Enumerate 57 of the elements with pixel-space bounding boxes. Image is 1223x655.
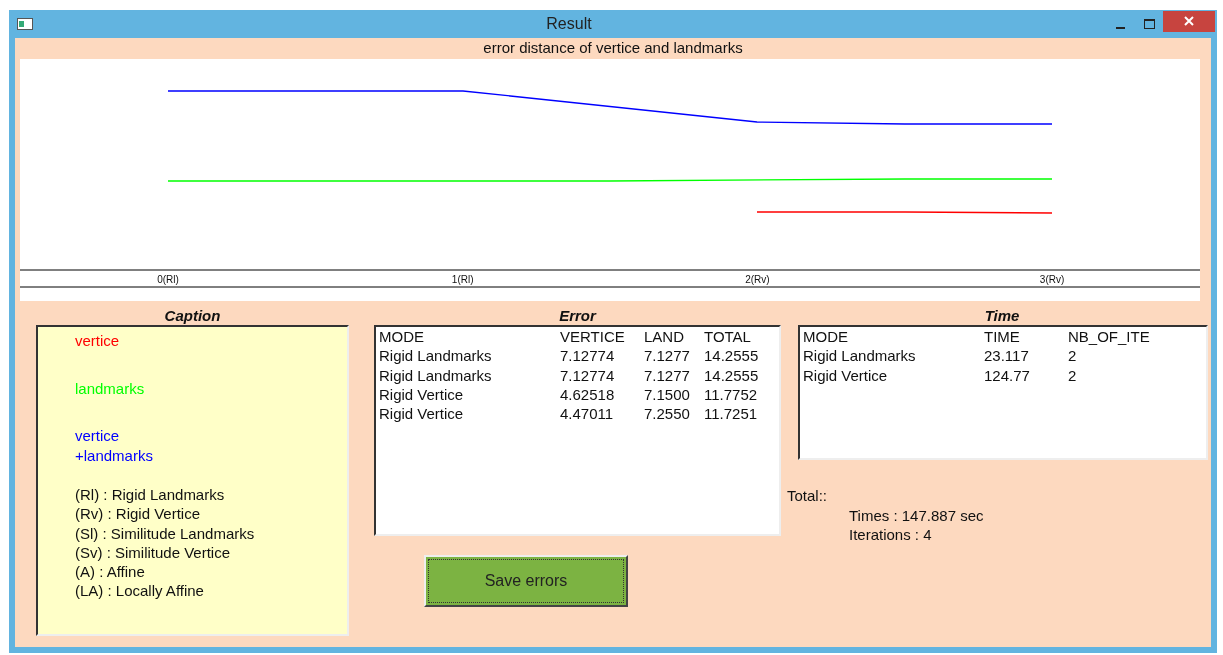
chart-title: error distance of vertice and landmarks xyxy=(483,39,743,56)
section-header: Caption xyxy=(164,307,221,324)
table-cell: 4.62518 xyxy=(560,384,644,405)
table-cell: 124.77 xyxy=(984,365,1068,385)
table-cell: 7.12774 xyxy=(560,346,644,366)
maximize-icon xyxy=(1143,19,1155,29)
minimize-icon xyxy=(1115,27,1125,29)
table-cell-text: 14.2555 xyxy=(704,346,760,366)
column-header: VERTICE xyxy=(560,327,626,347)
axis-label: 3(Rv) xyxy=(1039,274,1065,285)
table-cell: Rigid Vertice xyxy=(379,404,560,424)
table-cell-text: 7.2550 xyxy=(644,404,691,424)
table-cell-text: 11.7752 xyxy=(704,384,759,405)
legend-entry: (Rv) : Rigid Vertice xyxy=(75,505,201,523)
legend-entry: (LA) : Locally Affine xyxy=(75,582,204,600)
table-cell-text: 7.1277 xyxy=(644,365,691,385)
legend-entry: (Sl) : Similitude Landmarks xyxy=(75,524,255,542)
column-header: MODE xyxy=(379,327,560,347)
table-cell-text: 7.1500 xyxy=(644,384,691,405)
app-icon xyxy=(17,18,33,30)
legend-entry: (Rl) : Rigid Landmarks xyxy=(75,486,225,503)
save-button[interactable]: Save errors xyxy=(424,555,628,607)
column-header: TOTAL xyxy=(704,327,752,347)
axis-label: 1(Rl) xyxy=(451,274,474,285)
column-header: TIME xyxy=(984,327,1021,347)
legend-series-label: +landmarks xyxy=(75,446,153,464)
close-button[interactable] xyxy=(1163,10,1215,32)
table-cell: Rigid Landmarks xyxy=(379,346,560,366)
section-header: Time xyxy=(984,307,1020,324)
section-header: Error xyxy=(559,307,596,324)
total-value: Times : 147.887 sec xyxy=(849,506,984,524)
legend-entry: (Sv) : Similitude Vertice xyxy=(75,543,231,561)
table-cell: Rigid Landmarks xyxy=(803,346,984,366)
table-cell-text: 2 xyxy=(1068,365,1078,385)
table-cell: Rigid Vertice xyxy=(379,384,560,405)
column-header: NB_OF_ITE xyxy=(1068,327,1151,347)
axis-label: 0(Rl) xyxy=(157,274,179,285)
column-header: MODE xyxy=(803,327,984,347)
legend-entry: (A) : Affine xyxy=(75,563,145,581)
table-cell: 7.12774 xyxy=(560,365,644,385)
table-cell: 23.117 xyxy=(984,346,1068,366)
column-header: LAND xyxy=(644,327,704,347)
total-label: Total:: xyxy=(787,487,828,504)
legend-series-label: vertice xyxy=(75,427,120,444)
table-cell-text: 11.7251 xyxy=(704,404,759,424)
table-cell-text: Rigid Vertice xyxy=(803,365,889,385)
legend-series-label: landmarks xyxy=(75,379,145,397)
table-cell: Rigid Landmarks xyxy=(379,365,560,385)
table-cell: 4.47011 xyxy=(560,404,644,424)
total-value: Iterations : 4 xyxy=(849,526,932,543)
table-cell-text: 2 xyxy=(1068,346,1078,366)
window-title: Result xyxy=(545,14,593,34)
table-cell-text: 7.1277 xyxy=(644,346,691,366)
table-cell-text: 14.2555 xyxy=(704,365,760,385)
axis-label: 2(Rv) xyxy=(745,274,770,285)
legend-series-label: vertice xyxy=(75,332,120,349)
close-icon xyxy=(1184,16,1194,26)
